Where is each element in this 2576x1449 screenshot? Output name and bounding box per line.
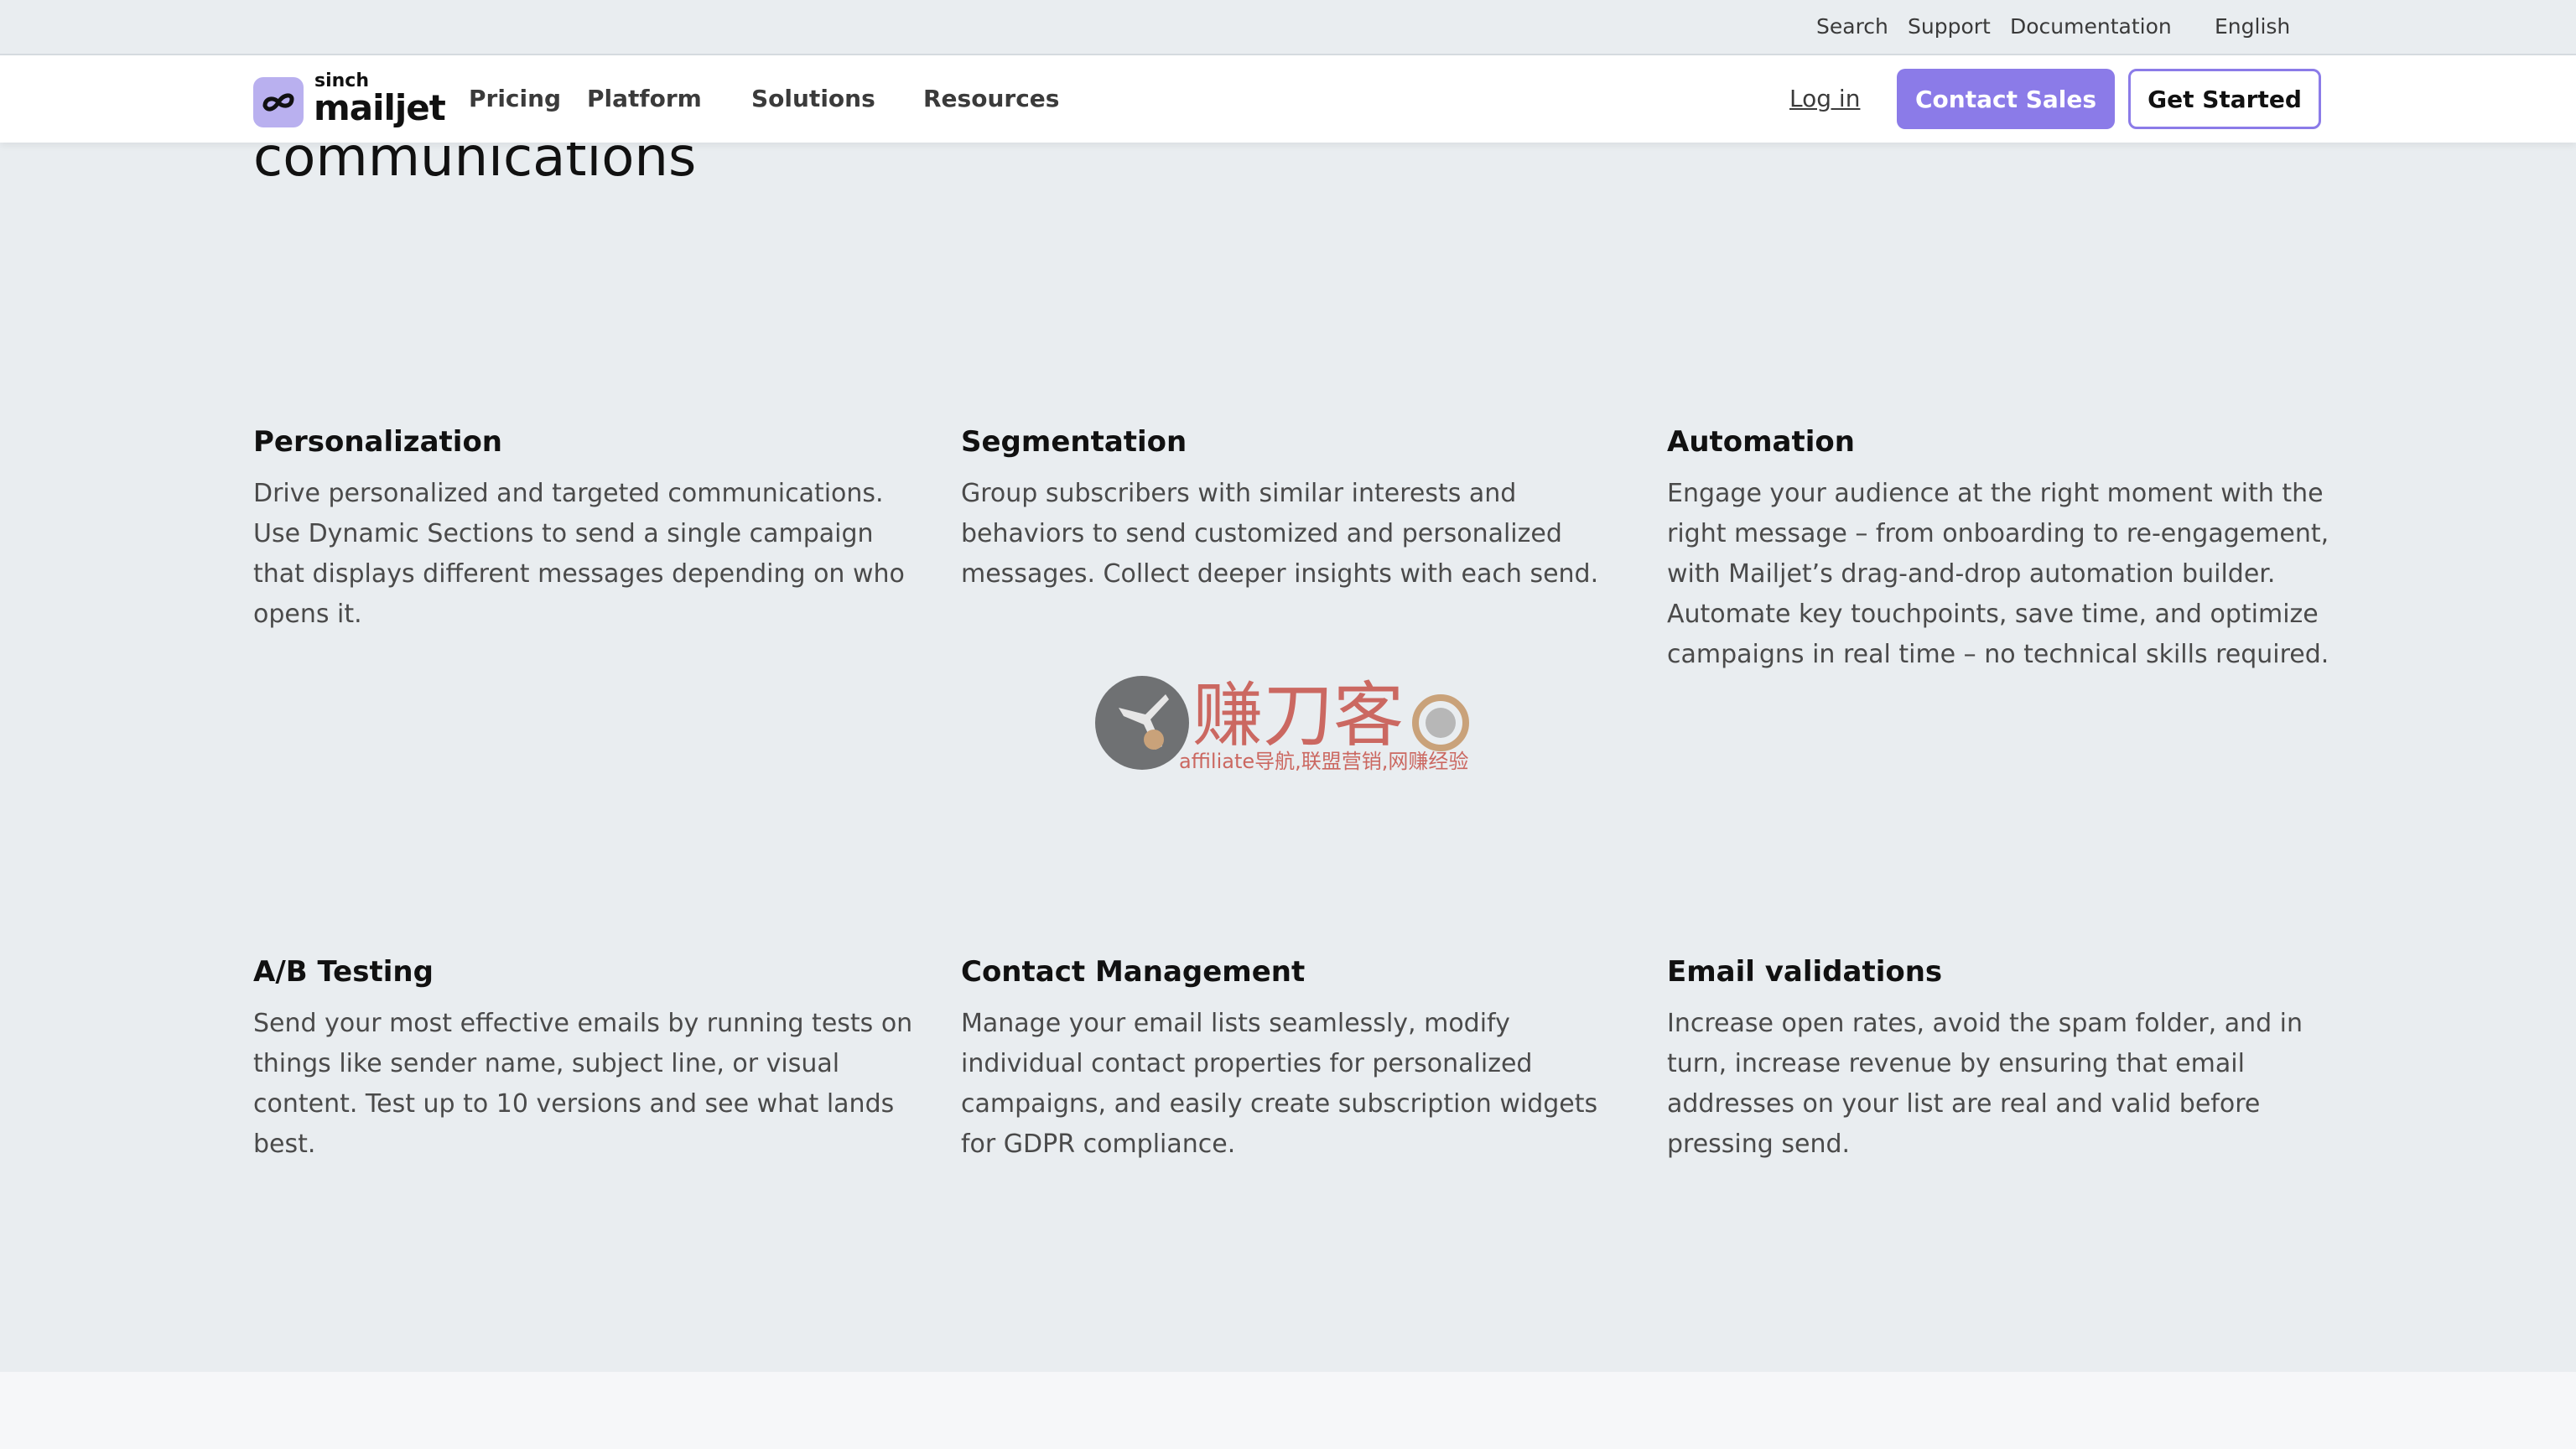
feature-description: Manage your email lists seamlessly, modi… [961,1009,1598,1159]
watermark-subtitle: affiliate导航,联盟营销,网赚经验 [1179,750,1468,773]
language-selector[interactable]: English [2215,13,2290,40]
logo-badge [253,77,304,127]
get-started-button[interactable]: Get Started [2128,69,2321,129]
utility-support-link[interactable]: Support [1908,13,1991,40]
logo-mailjet-text: mailjet [314,87,446,128]
feature-title: Contact Management [961,955,1306,989]
feature-title: Personalization [253,425,503,459]
feature-title: Automation [1667,425,1855,459]
utility-bar: Search Support Documentation English [0,0,2576,55]
feature-ab-testing: A/B Testing Send your most effective ema… [253,952,916,1165]
feature-email-validations: Email validations Increase open rates, a… [1667,952,2329,1165]
contact-sales-button[interactable]: Contact Sales [1897,69,2115,129]
nav-resources[interactable]: Resources [923,84,1059,114]
feature-description: Send your most effective emails by runni… [253,1009,913,1159]
feature-description: Group subscribers with similar interests… [961,479,1599,589]
feature-description: Engage your audience at the right moment… [1667,479,2329,669]
mailjet-logo[interactable]: sinch mailjet [253,70,446,128]
login-link[interactable]: Log in [1789,84,1860,114]
nav-platform[interactable]: Platform [587,84,702,114]
page: Search Support Documentation English sin… [0,0,2576,1449]
utility-search-link[interactable]: Search [1816,13,1888,40]
feature-automation: Automation Engage your audience at the r… [1667,422,2329,675]
utility-documentation-link[interactable]: Documentation [2010,13,2172,40]
watermark-logo: 赚刀客 affiliate导航,联盟营销,网赚经验 [1095,674,1469,773]
feature-contact-management: Contact Management Manage your email lis… [961,952,1623,1165]
feature-description: Increase open rates, avoid the spam fold… [1667,1009,2303,1159]
nav-solutions[interactable]: Solutions [751,84,875,114]
feature-personalization: Personalization Drive personalized and t… [253,422,916,635]
feature-title: Email validations [1667,955,1943,989]
feature-segmentation: Segmentation Group subscribers with simi… [961,422,1623,595]
nav-pricing[interactable]: Pricing [469,84,561,114]
feature-title: A/B Testing [253,955,434,989]
watermark-title: 赚刀客 [1192,674,1404,756]
feature-description: Drive personalized and targeted communic… [253,479,905,629]
infinity-icon [262,93,294,112]
feature-title: Segmentation [961,425,1187,459]
main-nav: sinch mailjet Pricing Platform Solutions… [0,55,2576,143]
next-section-band [0,1372,2576,1449]
